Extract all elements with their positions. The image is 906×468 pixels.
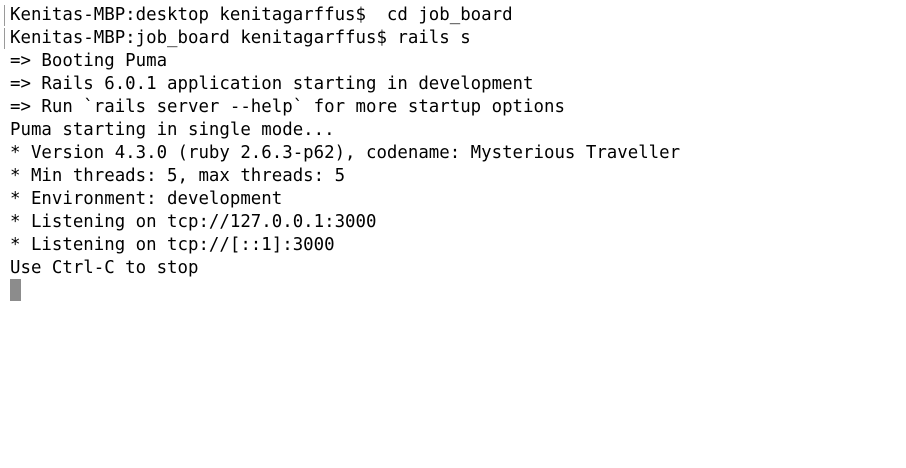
terminal-line: Kenitas-MBP:desktop kenitagarffus$ cd jo…	[10, 5, 513, 25]
terminal-line: * Version 4.3.0 (ruby 2.6.3-p62), codena…	[10, 143, 681, 163]
terminal-line: * Listening on tcp://[::1]:3000	[10, 235, 335, 255]
terminal-line: * Listening on tcp://127.0.0.1:3000	[10, 212, 377, 232]
terminal-line: Use Ctrl-C to stop	[10, 258, 199, 278]
prompt-mark	[4, 5, 5, 26]
terminal-line: => Rails 6.0.1 application starting in d…	[10, 74, 534, 94]
terminal-line: => Run `rails server --help` for more st…	[10, 97, 565, 117]
terminal-window[interactable]: Kenitas-MBP:desktop kenitagarffus$ cd jo…	[0, 0, 906, 468]
terminal-line: => Booting Puma	[10, 51, 168, 71]
terminal-line: * Min threads: 5, max threads: 5	[10, 166, 346, 186]
terminal-line: Puma starting in single mode...	[10, 120, 335, 140]
terminal-line: Kenitas-MBP:job_board kenitagarffus$ rai…	[10, 28, 471, 48]
terminal-line: * Environment: development	[10, 189, 283, 209]
prompt-mark	[4, 28, 5, 49]
terminal-cursor[interactable]	[10, 279, 21, 301]
